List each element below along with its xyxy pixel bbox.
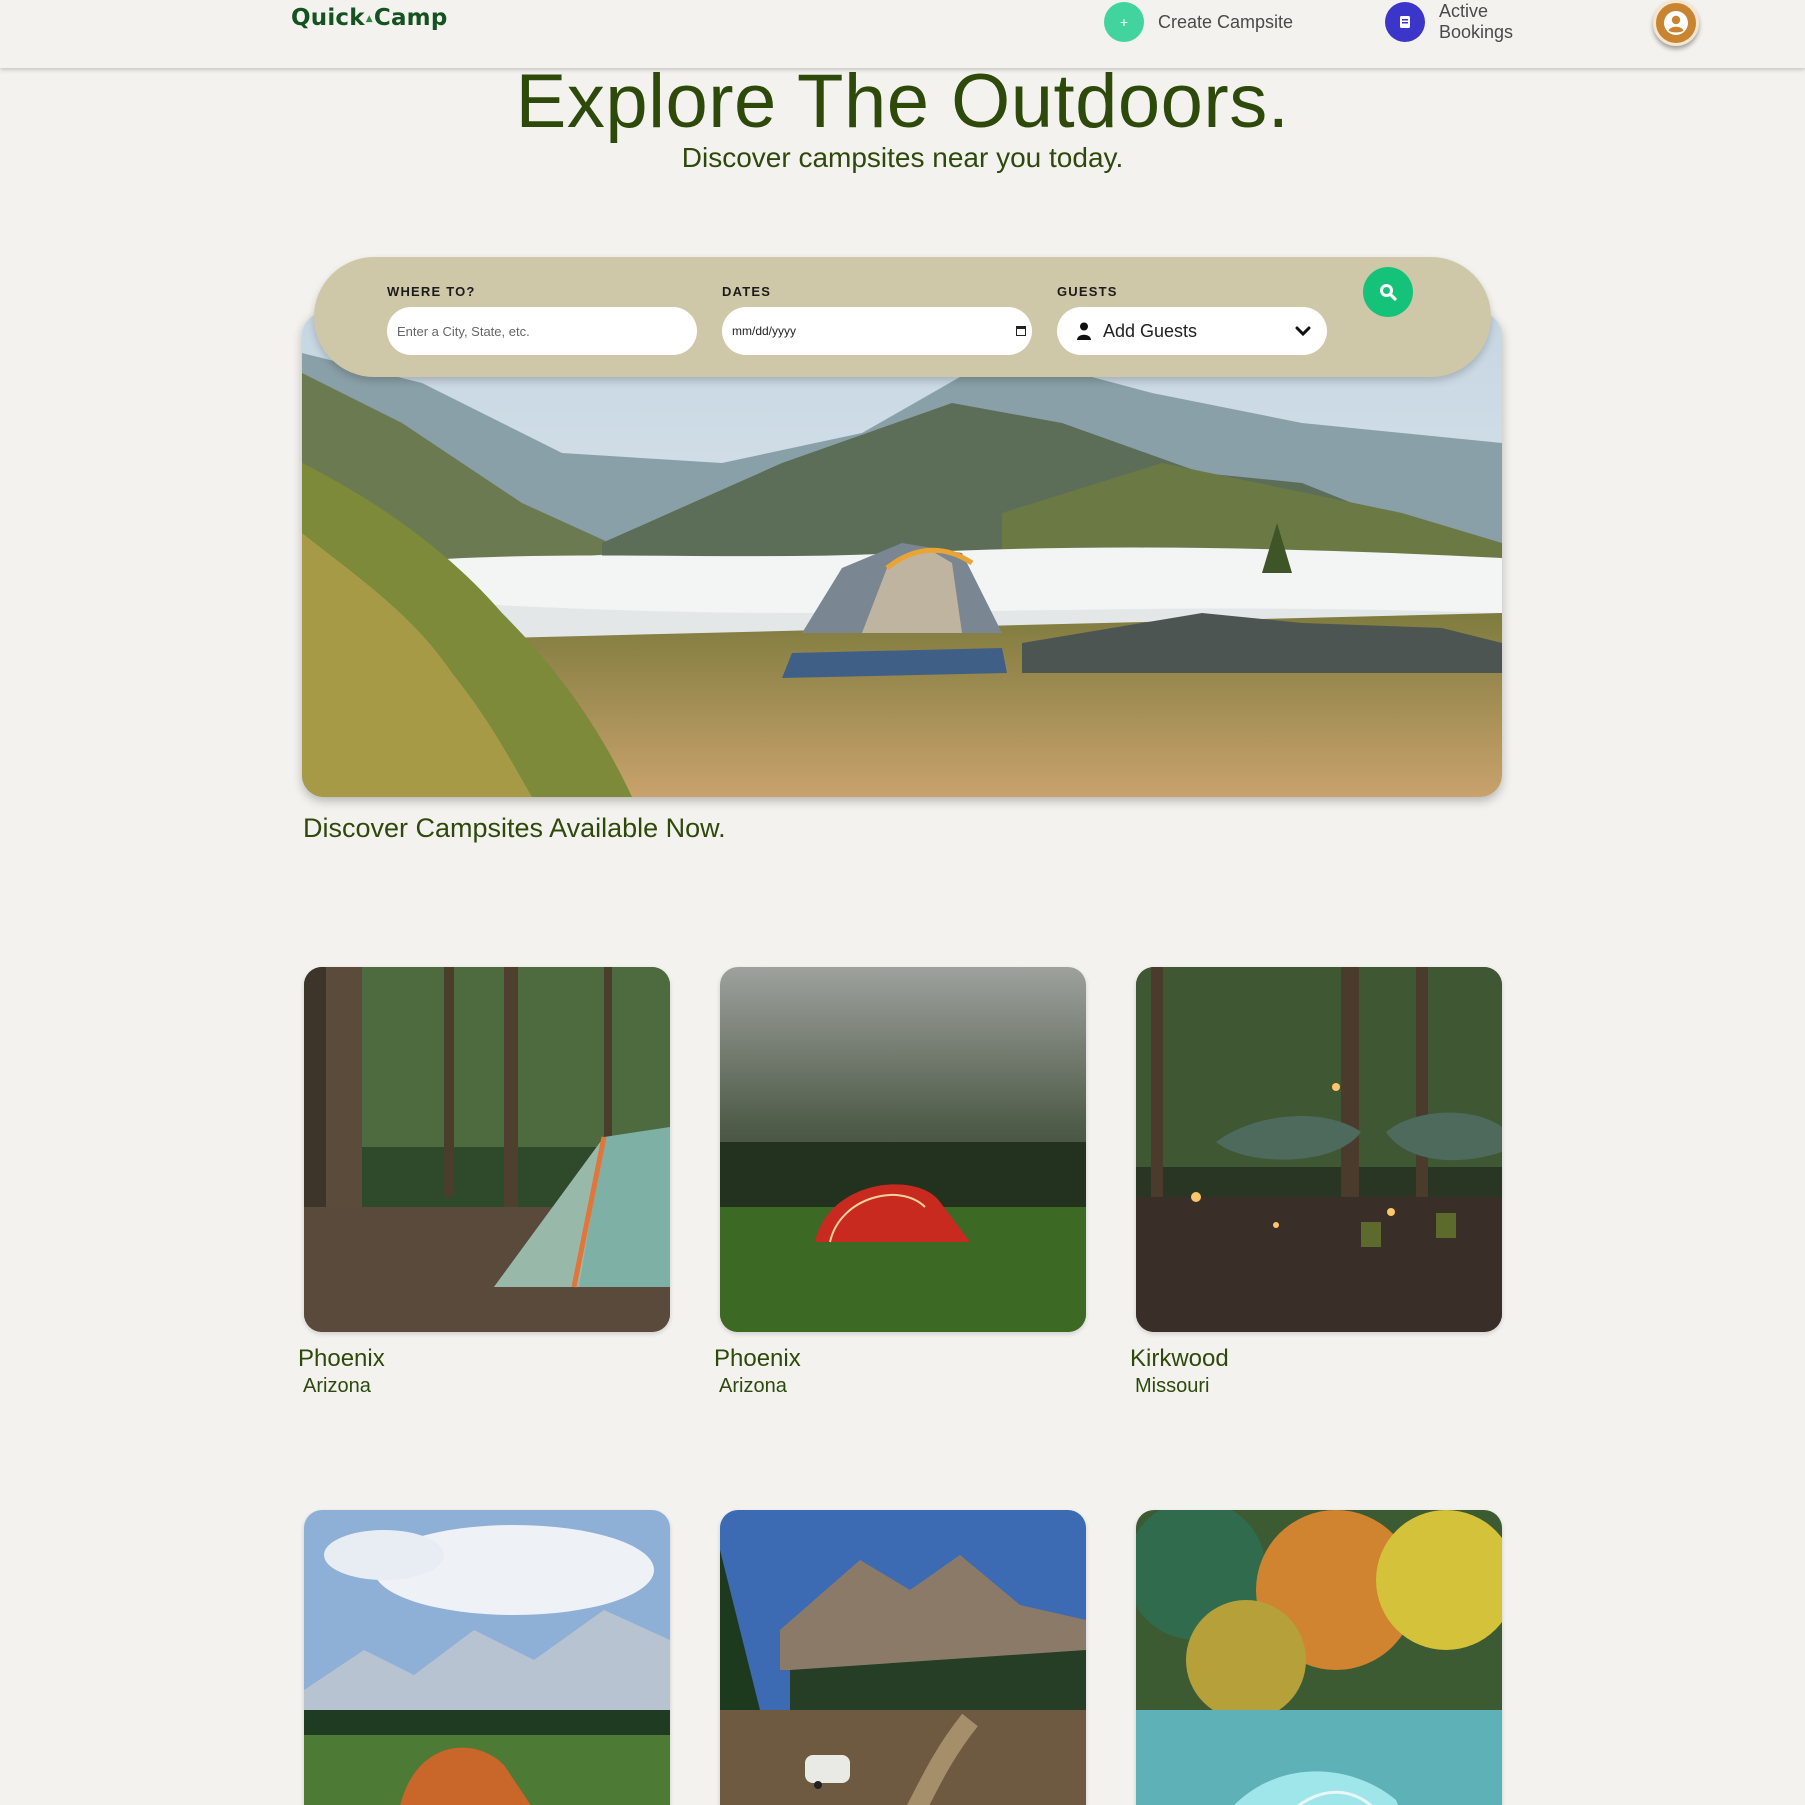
page-subtitle: Discover campsites near you today. bbox=[681, 142, 1124, 173]
campsite-image[interactable] bbox=[1136, 1510, 1502, 1805]
dates-value: mm/dd/yyyy bbox=[732, 324, 797, 338]
search-icon bbox=[1380, 284, 1397, 301]
campsite-card[interactable] bbox=[720, 1510, 1086, 1805]
campsite-card[interactable]: Phoenix Arizona bbox=[714, 967, 1086, 1397]
campsite-state: Arizona bbox=[719, 1375, 787, 1397]
active-bookings-label: Active Bookings bbox=[1439, 1, 1514, 42]
search-bar: WHERE TO? DATES mm/dd/yyyy GUESTS Add Gu… bbox=[314, 257, 1491, 377]
plus-icon: + bbox=[1104, 2, 1144, 42]
campsite-state: Missouri bbox=[1135, 1375, 1210, 1397]
where-label: WHERE TO? bbox=[387, 284, 476, 299]
dates-label: DATES bbox=[722, 284, 772, 299]
create-campsite-button[interactable]: + Create Campsite bbox=[1104, 2, 1293, 42]
book-icon bbox=[1385, 2, 1425, 42]
chevron-down-icon bbox=[1295, 326, 1311, 337]
logo-text-left: Quick bbox=[291, 5, 365, 31]
user-avatar-button[interactable] bbox=[1653, 0, 1699, 46]
campsite-image[interactable] bbox=[304, 1510, 670, 1805]
section-title: Discover Campsites Available Now. bbox=[303, 813, 726, 843]
search-button[interactable] bbox=[1363, 267, 1413, 317]
user-circle-icon bbox=[1664, 11, 1688, 35]
campsite-city: Kirkwood bbox=[1130, 1345, 1229, 1372]
active-bookings-button[interactable]: Active Bookings bbox=[1385, 0, 1529, 44]
hero-image bbox=[302, 313, 1502, 797]
guests-dropdown[interactable]: Add Guests bbox=[1057, 307, 1327, 355]
logo-tent-icon: ▲ bbox=[365, 13, 373, 24]
campsite-image[interactable] bbox=[304, 967, 670, 1332]
quickcamp-logo[interactable]: Quick▲Camp bbox=[291, 5, 448, 31]
campsite-card[interactable] bbox=[1136, 1510, 1502, 1805]
campsite-city: Phoenix bbox=[298, 1345, 385, 1372]
logo-text-right: Camp bbox=[373, 5, 448, 31]
where-input-wrapper bbox=[387, 307, 697, 355]
calendar-icon[interactable] bbox=[1016, 326, 1026, 336]
person-icon bbox=[1077, 322, 1091, 340]
dates-input[interactable]: mm/dd/yyyy bbox=[722, 307, 1032, 355]
dates-field: DATES mm/dd/yyyy bbox=[722, 284, 1032, 355]
where-field: WHERE TO? bbox=[387, 284, 697, 355]
campsite-card[interactable] bbox=[304, 1510, 670, 1805]
campsite-state: Arizona bbox=[303, 1375, 371, 1397]
page-title: Explore The Outdoors. bbox=[515, 59, 1290, 144]
campsite-image[interactable] bbox=[1136, 967, 1502, 1332]
campsite-card[interactable]: Phoenix Arizona bbox=[298, 967, 670, 1397]
top-navbar: Quick▲Camp + Create Campsite Active Book… bbox=[0, 0, 1805, 68]
campsite-image[interactable] bbox=[720, 1510, 1086, 1805]
campsite-card[interactable]: Kirkwood Missouri bbox=[1130, 967, 1502, 1397]
guests-label: GUESTS bbox=[1057, 284, 1118, 299]
create-campsite-label: Create Campsite bbox=[1158, 11, 1294, 32]
campsite-image[interactable] bbox=[720, 967, 1086, 1332]
where-input[interactable] bbox=[397, 323, 697, 339]
guests-field: GUESTS Add Guests bbox=[1057, 284, 1327, 355]
guests-value: Add Guests bbox=[1103, 320, 1198, 341]
campsite-city: Phoenix bbox=[714, 1345, 801, 1372]
